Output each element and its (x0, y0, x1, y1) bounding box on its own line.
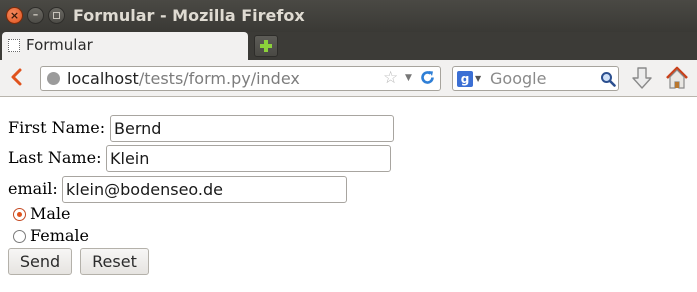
search-engine-icon[interactable]: g (457, 71, 473, 87)
female-label[interactable]: Female (30, 226, 89, 245)
last-name-input[interactable]: Klein (106, 145, 391, 172)
maximize-icon[interactable] (48, 7, 65, 24)
last-name-label: Last Name: (8, 148, 102, 167)
page-favicon-icon (8, 39, 20, 52)
new-tab-button[interactable] (254, 35, 278, 57)
reload-icon[interactable] (419, 69, 436, 86)
email-label: email: (8, 179, 58, 198)
magnifier-icon[interactable] (600, 71, 616, 87)
history-dropdown-icon[interactable]: ▼ (405, 73, 412, 83)
male-radio[interactable] (13, 208, 26, 221)
navigation-toolbar: localhost/tests/form.py/index ☆ ▼ g ▼ Go… (0, 60, 697, 97)
url-path: /tests/form.py/index (138, 69, 300, 88)
globe-icon (47, 72, 60, 85)
url-host: localhost (67, 69, 139, 88)
male-label[interactable]: Male (30, 204, 71, 223)
window-title: Formular - Mozilla Firefox (73, 6, 305, 25)
search-input[interactable]: Google (490, 69, 546, 88)
minimize-icon[interactable]: – (27, 7, 44, 24)
email-input[interactable]: klein@bodenseo.de (62, 176, 347, 203)
first-name-label: First Name: (8, 118, 106, 137)
window-titlebar: × – Formular - Mozilla Firefox (0, 0, 697, 32)
url-bar[interactable]: localhost/tests/form.py/index ☆ ▼ (40, 66, 441, 91)
send-button[interactable]: Send (8, 248, 72, 275)
page-content: First Name: Bernd Last Name: Klein email… (0, 97, 697, 292)
bookmark-star-icon[interactable]: ☆ (383, 68, 398, 88)
tab-label: Formular (26, 36, 93, 54)
reset-button[interactable]: Reset (80, 248, 149, 275)
tab-strip: Formular (0, 32, 697, 60)
url-text[interactable]: localhost/tests/form.py/index (67, 69, 300, 88)
search-bar[interactable]: g ▼ Google (452, 66, 619, 91)
download-arrow-icon[interactable] (630, 65, 654, 91)
home-icon[interactable] (664, 65, 690, 91)
first-name-input[interactable]: Bernd (110, 115, 394, 142)
female-radio[interactable] (13, 230, 26, 243)
back-arrow-icon[interactable] (6, 66, 28, 88)
close-icon[interactable]: × (6, 7, 23, 24)
engine-dropdown-icon[interactable]: ▼ (475, 74, 481, 83)
tab-formular[interactable]: Formular (2, 32, 248, 60)
